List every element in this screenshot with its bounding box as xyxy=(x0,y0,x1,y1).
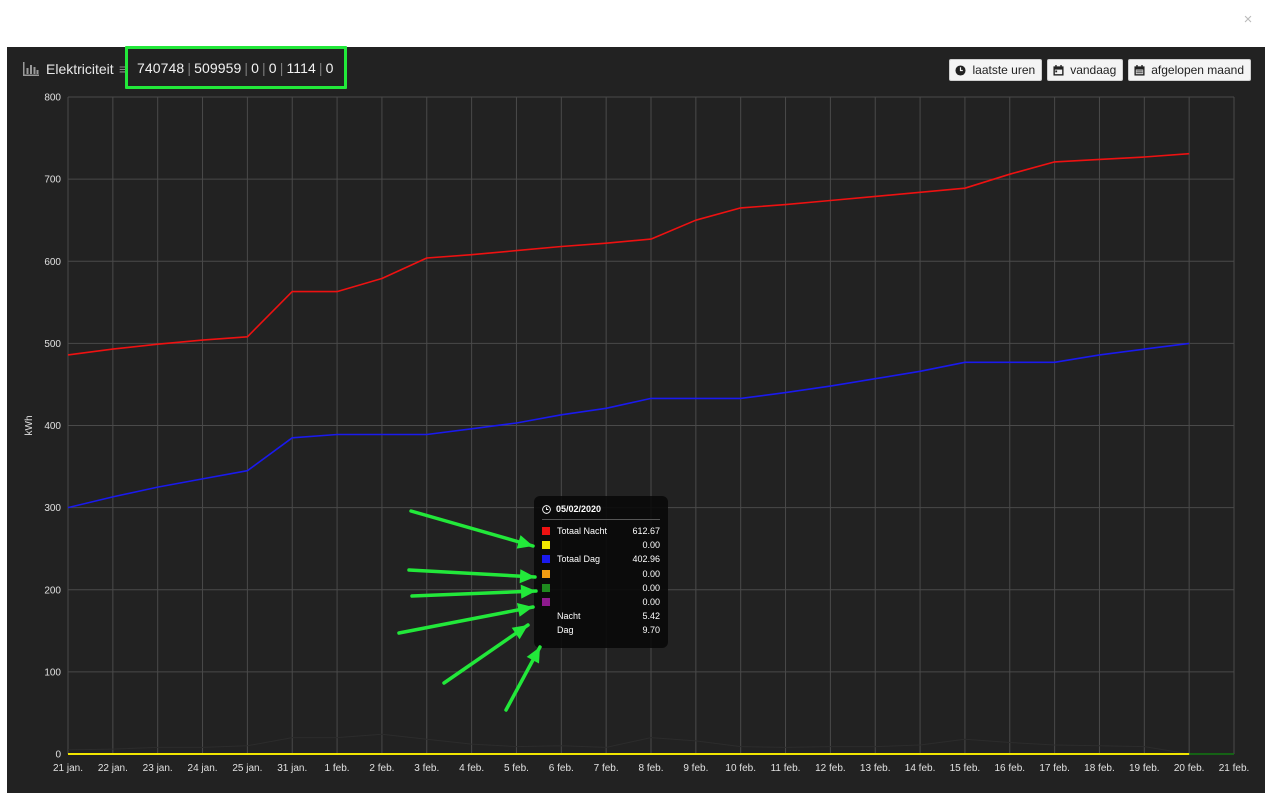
y-tick-label: 700 xyxy=(44,175,61,186)
y-tick-label: 200 xyxy=(44,585,61,596)
x-tick-label: 11 feb. xyxy=(771,763,801,774)
y-tick-label: 400 xyxy=(44,421,61,432)
tooltip-series-value: 612.67 xyxy=(632,526,660,537)
x-tick-label: 25 jan. xyxy=(232,763,262,774)
x-tick-label: 21 feb. xyxy=(1219,763,1250,774)
x-tick-label: 5 feb. xyxy=(504,763,529,774)
y-tick-label: 0 xyxy=(55,750,61,761)
series-line xyxy=(67,152,1190,356)
tooltip-series-value: 9.70 xyxy=(642,625,660,636)
line-chart[interactable]: 0 100 200 300 400 500 600 700 800 21 jan. 22 jan. 2… xyxy=(7,47,1265,793)
tooltip-rows: Totaal Nacht 612.67 0.00 Totaal Dag 402.96 0.… xyxy=(542,524,660,638)
x-tick-label: 18 feb. xyxy=(1084,763,1115,774)
tooltip-row: 0.00 xyxy=(542,595,660,609)
series-swatch xyxy=(542,612,550,620)
series-swatch xyxy=(542,569,550,578)
x-tick-label: 21 jan. xyxy=(53,763,83,774)
modal-bottom-edge xyxy=(0,793,1272,800)
tooltip-series-value: 0.00 xyxy=(642,582,660,593)
y-tick-label: 500 xyxy=(44,339,61,350)
series-swatch xyxy=(542,541,550,550)
tooltip-header: 05/02/2020 xyxy=(542,504,660,520)
x-tick-label: 6 feb. xyxy=(549,763,574,774)
x-tick-label: 22 jan. xyxy=(98,763,128,774)
tooltip-row: 0.00 xyxy=(542,538,660,552)
x-tick-label: 17 feb. xyxy=(1039,763,1070,774)
close-icon[interactable]: × xyxy=(1240,12,1256,28)
tooltip-row: Nacht 5.42 xyxy=(542,609,660,623)
tooltip-series-label: Totaal Dag xyxy=(557,554,601,565)
x-tick-label: 3 feb. xyxy=(414,763,439,774)
y-tick-label: 100 xyxy=(44,667,61,678)
y-tick-label: 600 xyxy=(44,257,61,268)
y-axis-label: kWh xyxy=(24,416,35,436)
x-tick-label: 10 feb. xyxy=(725,763,756,774)
tooltip-series-label: Nacht xyxy=(557,611,581,622)
x-tick-label: 12 feb. xyxy=(815,763,846,774)
y-tick-label: 300 xyxy=(44,503,61,514)
tooltip-row: Totaal Dag 402.96 xyxy=(542,552,660,566)
tooltip-row: 0.00 xyxy=(542,567,660,581)
series-swatch xyxy=(542,626,550,634)
x-tick-label: 15 feb. xyxy=(950,763,981,774)
tooltip-series-value: 0.00 xyxy=(642,597,660,608)
y-tick-label: 800 xyxy=(44,93,61,104)
series-swatch xyxy=(542,527,550,536)
electricity-chart-panel: Elektriciteit ≡ 740748 | 509959 | 0 | 0 | 1114 | 0… xyxy=(7,46,1265,793)
x-tick-label: 2 feb. xyxy=(369,763,394,774)
x-tick-label: 14 feb. xyxy=(905,763,936,774)
tooltip-row: Dag 9.70 xyxy=(542,623,660,637)
x-tick-label: 16 feb. xyxy=(994,763,1025,774)
chart-tooltip: 05/02/2020 Totaal Nacht 612.67 0.00 Totaal … xyxy=(534,496,668,648)
x-tick-label: 24 jan. xyxy=(188,763,218,774)
tooltip-series-label: Totaal Nacht xyxy=(557,526,608,537)
tooltip-series-value: 402.96 xyxy=(632,554,660,565)
x-tick-label: 7 feb. xyxy=(594,763,619,774)
tooltip-row: 0.00 xyxy=(542,581,660,595)
tooltip-row: Totaal Nacht 612.67 xyxy=(542,524,660,538)
clock-icon xyxy=(542,504,551,514)
x-tick-label: 13 feb. xyxy=(860,763,891,774)
x-tick-label: 1 feb. xyxy=(325,763,350,774)
series-line xyxy=(67,733,1190,755)
tooltip-series-value: 0.00 xyxy=(642,540,660,551)
tooltip-series-value: 5.42 xyxy=(642,611,660,622)
tooltip-series-label: Dag xyxy=(557,625,574,636)
x-tick-label: 4 feb. xyxy=(459,763,484,774)
x-tick-label: 8 feb. xyxy=(638,763,663,774)
x-tick-label: 19 feb. xyxy=(1129,763,1160,774)
modal-backdrop xyxy=(0,0,1272,47)
tooltip-series-value: 0.00 xyxy=(642,568,660,579)
tooltip-date: 05/02/2020 xyxy=(556,504,602,514)
series-swatch xyxy=(542,555,550,564)
x-tick-label: 20 feb. xyxy=(1174,763,1205,774)
series-swatch xyxy=(542,583,550,592)
series-swatch xyxy=(542,598,550,607)
x-tick-label: 31 jan. xyxy=(277,763,307,774)
x-tick-label: 9 feb. xyxy=(683,763,708,774)
x-tick-label: 23 jan. xyxy=(143,763,173,774)
